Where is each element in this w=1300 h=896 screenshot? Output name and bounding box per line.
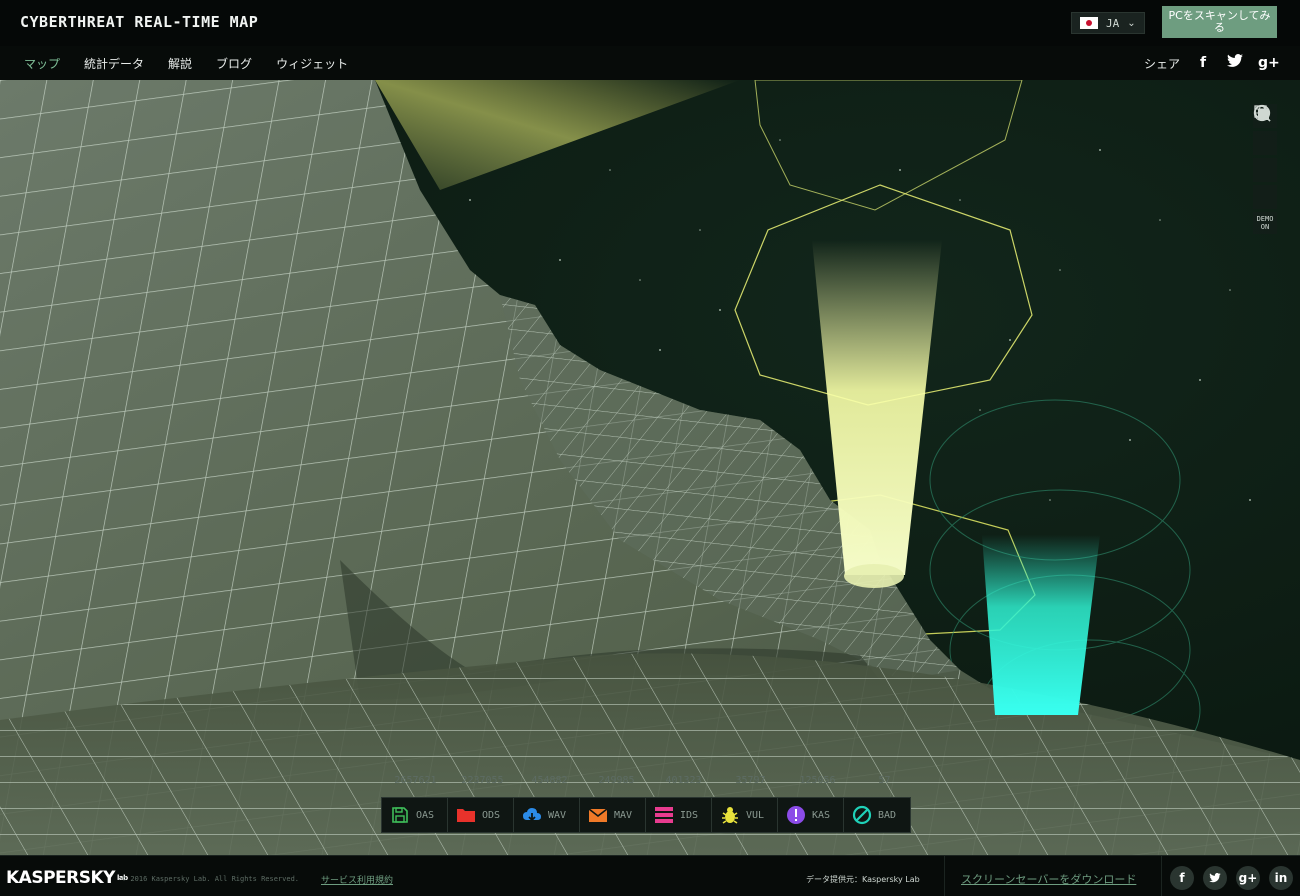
demo-label: DEMO: [1256, 215, 1274, 223]
map-tools: DEMO ON: [1253, 104, 1277, 234]
download-screensaver-button[interactable]: スクリーンセーバーをダウンロード: [944, 856, 1162, 896]
logo-text: KASPERSKY: [6, 868, 115, 888]
stat-ods-button[interactable]: ODS: [448, 798, 514, 832]
counter-wav: 454882: [531, 775, 568, 786]
stat-bad-button[interactable]: BAD: [844, 798, 910, 832]
stat-oas-label: OAS: [416, 809, 435, 821]
stat-kas-button[interactable]: KAS: [778, 798, 844, 832]
server-icon: [654, 805, 674, 825]
block-icon: [852, 805, 872, 825]
counter-kas: 125056: [799, 775, 836, 786]
footer-twitter-icon[interactable]: [1203, 866, 1227, 890]
share-label: シェア: [1144, 57, 1181, 71]
nav-item-map[interactable]: マップ: [24, 55, 60, 72]
language-selector[interactable]: JA ⌄: [1071, 12, 1145, 34]
counter-oas: 2657621: [394, 775, 437, 786]
map-terrain-canvas: [0, 80, 1300, 855]
threat-type-bar: OAS ODS WAV MAV IDS VUL KAS BAD: [381, 797, 911, 833]
save-icon: [390, 805, 410, 825]
data-provider: データ提供元：Kaspersky Lab: [806, 875, 920, 884]
scan-pc-button[interactable]: PCをスキャンしてみる: [1162, 6, 1277, 38]
alert-icon: [786, 805, 806, 825]
facebook-icon[interactable]: f: [1194, 54, 1212, 72]
nav-item-explanation[interactable]: 解説: [168, 55, 192, 72]
download-screensaver-label: スクリーンセーバーをダウンロード: [961, 873, 1137, 886]
nav-item-widget[interactable]: ウィジェット: [276, 55, 348, 72]
stat-mav-label: MAV: [614, 809, 633, 821]
stat-mav-button[interactable]: MAV: [580, 798, 646, 832]
stat-vul-label: VUL: [746, 809, 765, 821]
mail-icon: [588, 805, 608, 825]
counter-ods: 2237055: [461, 775, 504, 786]
kaspersky-logo[interactable]: KASPERSKY lab: [6, 868, 128, 888]
terms-link[interactable]: サービス利用規約: [321, 873, 393, 886]
footer-facebook-icon[interactable]: f: [1170, 866, 1194, 890]
zoom-in-icon[interactable]: [1253, 105, 1277, 182]
nav-item-blog[interactable]: ブログ: [216, 55, 252, 72]
bug-icon: [720, 805, 740, 825]
stat-kas-label: KAS: [812, 809, 831, 821]
stat-wav-button[interactable]: WAV: [514, 798, 580, 832]
folder-icon: [456, 805, 476, 825]
japan-flag-icon: [1080, 17, 1098, 29]
counter-vul: 35797: [735, 775, 766, 786]
stat-bad-label: BAD: [878, 809, 897, 821]
main-nav: マップ 統計データ 解説 ブログ ウィジェット シェア f g+: [0, 46, 1300, 81]
threat-map-viewport[interactable]: DEMO ON: [0, 80, 1300, 855]
flat-view-icon[interactable]: [1253, 105, 1277, 155]
page-title: CYBERTHREAT REAL-TIME MAP: [20, 13, 259, 31]
twitter-icon[interactable]: [1226, 54, 1244, 72]
stat-oas-button[interactable]: OAS: [382, 798, 448, 832]
google-plus-icon[interactable]: g+: [1258, 54, 1280, 72]
top-bar: CYBERTHREAT REAL-TIME MAP JA ⌄ PCをスキャンして…: [0, 0, 1300, 47]
stat-ods-label: ODS: [482, 809, 501, 821]
language-code: JA: [1106, 16, 1120, 30]
copyright: © 2016 Kaspersky Lab. All Rights Reserve…: [122, 875, 300, 883]
stat-vul-button[interactable]: VUL: [712, 798, 778, 832]
stat-ids-button[interactable]: IDS: [646, 798, 712, 832]
footer-linkedin-icon[interactable]: in: [1269, 866, 1293, 890]
demo-state: ON: [1260, 223, 1270, 231]
stat-ids-label: IDS: [680, 809, 699, 821]
cloud-download-icon: [522, 805, 542, 825]
footer-google-plus-icon[interactable]: g+: [1236, 866, 1260, 890]
counter-mav: 249985: [598, 775, 635, 786]
nav-item-statistics[interactable]: 統計データ: [84, 55, 144, 72]
stat-counters: 2657621 2237055 454882 249985 401323 357…: [382, 775, 918, 786]
chevron-down-icon: ⌄: [1127, 17, 1136, 29]
counter-bad: 57: [878, 775, 891, 786]
zoom-out-icon[interactable]: [1253, 105, 1277, 209]
stat-wav-label: WAV: [548, 809, 567, 821]
demo-toggle[interactable]: DEMO ON: [1253, 212, 1277, 234]
footer: KASPERSKY lab © 2016 Kaspersky Lab. All R…: [0, 855, 1300, 896]
counter-ids: 401323: [665, 775, 702, 786]
